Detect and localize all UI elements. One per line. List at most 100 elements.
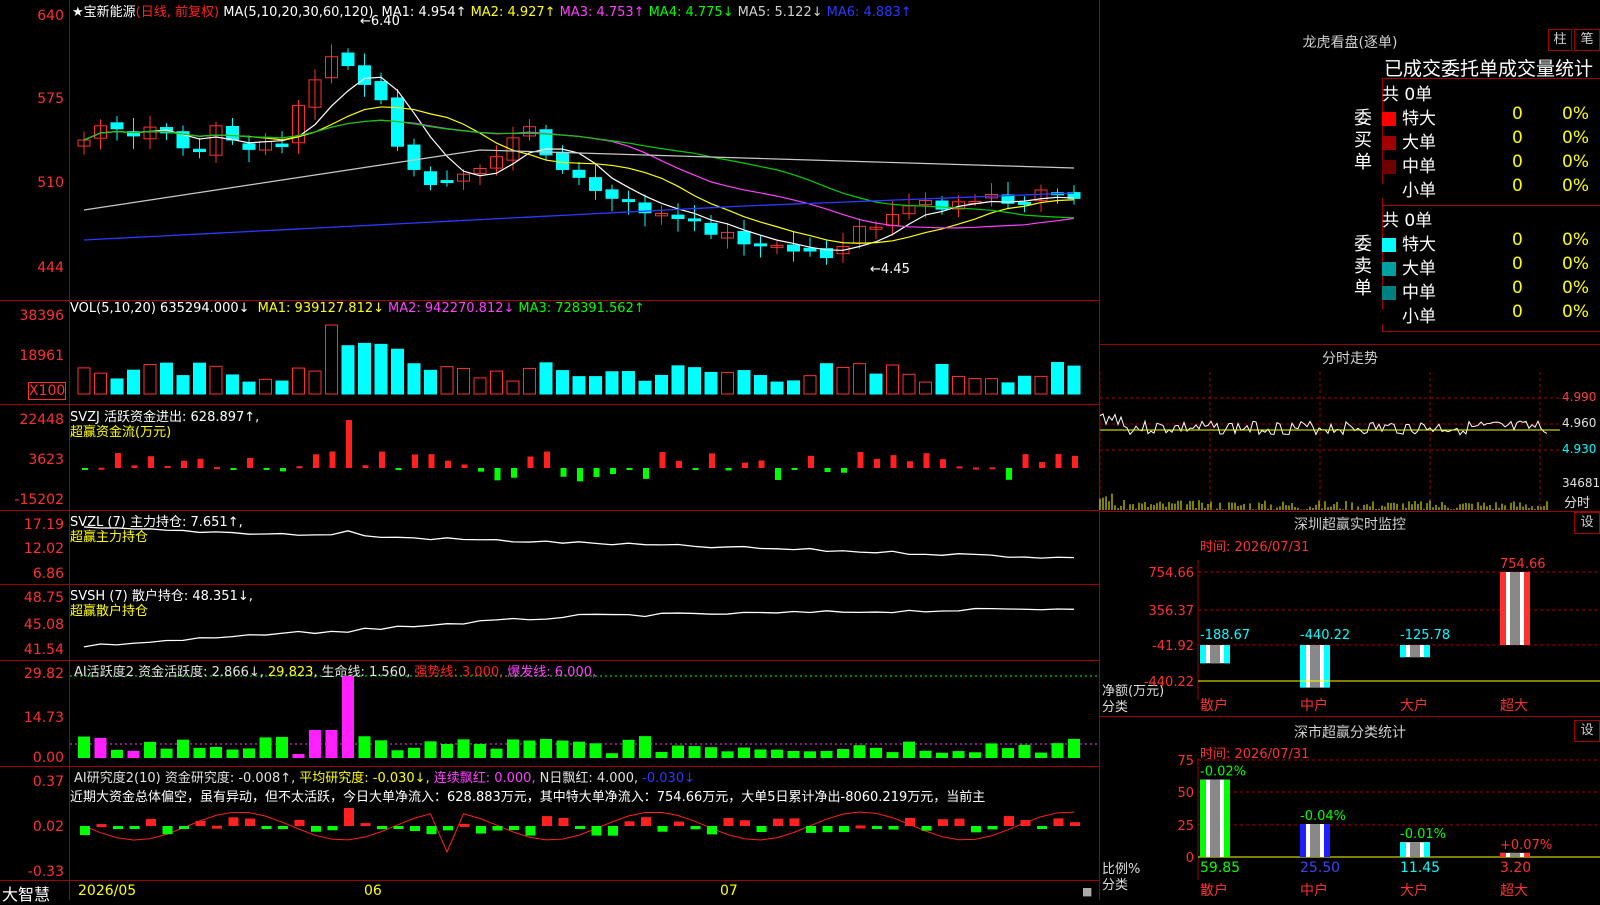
- volume-bar: [572, 376, 586, 395]
- volume-bar: [242, 381, 256, 395]
- research-bar: [278, 826, 288, 830]
- ai-res-header: AI研究度2(10) 资金研究度: -0.008↑, 平均研究度: -0.030↓…: [70, 767, 695, 786]
- research-bar: [872, 826, 882, 829]
- activity-bar: [952, 751, 965, 758]
- indicator-value: MA2: 4.927↑: [470, 5, 556, 20]
- color-swatch: [1382, 262, 1396, 276]
- research-bar: [987, 826, 998, 830]
- high-label: ←6.40: [360, 14, 400, 29]
- indicator-value: 强势线: 3.000,: [414, 665, 504, 680]
- volume-bar: [176, 375, 190, 395]
- monitor-bar: [1300, 645, 1330, 688]
- research-bar: [245, 818, 255, 826]
- candle-body: [407, 144, 421, 170]
- activity-bar: [672, 745, 684, 758]
- volume-bar: [820, 363, 833, 395]
- candle-body: [803, 247, 817, 252]
- order-row: 特大 0 0%: [1382, 104, 1600, 129]
- flow-bar: [577, 468, 583, 482]
- order-count: 0: [1512, 152, 1523, 172]
- ai-res-text: 近期大资金总体偏空，虽有异动，但不太活跃，今日大单净流入：628.883万元，其…: [70, 790, 986, 805]
- research-bar: [839, 826, 849, 833]
- activity-bar: [1068, 738, 1080, 758]
- order-row: 大单 0 0%: [1382, 254, 1600, 279]
- sz-monitor-settings-button[interactable]: 设: [1574, 512, 1600, 534]
- research-bar: [1020, 820, 1031, 826]
- research-bar: [294, 819, 305, 826]
- activity-bar: [639, 736, 651, 758]
- research-bar: [96, 824, 107, 828]
- volume-bar: [539, 362, 553, 395]
- flow-bar: [131, 465, 138, 468]
- volume-bar: [77, 367, 91, 395]
- flow-bar: [230, 468, 237, 470]
- volume-bar: [605, 371, 619, 395]
- flow-bar: [742, 462, 748, 468]
- research-bar: [707, 826, 717, 835]
- research-bar: [327, 826, 338, 831]
- class-value: 25.50: [1300, 860, 1340, 876]
- flow-bar: [676, 460, 682, 468]
- svsh-tick: 45.08: [23, 617, 64, 633]
- sz-class-settings-button[interactable]: 设: [1574, 720, 1600, 742]
- flow-bar: [82, 468, 88, 470]
- research-bar: [113, 826, 123, 829]
- research-bar: [806, 826, 816, 833]
- volume-bar: [737, 370, 751, 395]
- side-label: 委买单: [1354, 108, 1372, 173]
- activity-bar: [688, 746, 701, 758]
- research-bar: [624, 821, 635, 826]
- flow-bar: [1072, 455, 1078, 468]
- research-bar: [822, 826, 833, 833]
- activity-bar: [853, 745, 866, 758]
- research-bar: [1070, 822, 1080, 826]
- volume-bar: [94, 372, 107, 395]
- flow-bar: [758, 460, 765, 468]
- flow-bar: [428, 454, 435, 468]
- flow-bar: [313, 454, 319, 468]
- sz-monitor-time: 时间: 2026/07/31: [1200, 540, 1310, 555]
- lock-icon[interactable]: ■: [1082, 885, 1092, 898]
- order-count: 0: [1512, 176, 1523, 196]
- activity-bar: [1002, 748, 1014, 758]
- volume-bar: [935, 363, 949, 395]
- bar-mode-button[interactable]: 柱: [1548, 29, 1572, 51]
- intraday-vol: 34681: [1562, 476, 1600, 490]
- candle-body: [193, 148, 206, 153]
- sell-block: 委卖单共 0单 特大 0 0% 大单 0 0% 中单 0 0% 小单 0 0%: [1354, 204, 1600, 330]
- class-category: 散户: [1200, 882, 1228, 899]
- volume-bar: [556, 370, 569, 395]
- flow-bar: [148, 456, 154, 468]
- volume-bar: [853, 363, 866, 395]
- activity-bar: [919, 750, 932, 758]
- flow-bar: [544, 451, 550, 468]
- activity-bar: [78, 736, 90, 758]
- activity-bar: [738, 747, 750, 758]
- flow-bar: [1039, 462, 1045, 468]
- monitor-bar: [1400, 645, 1430, 658]
- date-label: 06: [364, 883, 382, 899]
- volume-bar: [160, 362, 173, 395]
- flow-bar: [346, 420, 352, 468]
- indicator-value: N日飘红: 4.000,: [539, 771, 639, 786]
- activity-bar: [754, 749, 767, 758]
- flow-bar: [445, 460, 451, 468]
- intraday-vol-label: 分时: [1564, 496, 1591, 511]
- color-swatch: [1382, 112, 1396, 126]
- vol-value: 635294.000↓: [160, 301, 250, 316]
- volume-bar: [902, 373, 916, 395]
- flow-bar: [164, 465, 171, 468]
- volume-bar: [374, 343, 388, 395]
- candle-body: [226, 125, 239, 141]
- intraday-price: 4.930: [1562, 442, 1597, 456]
- trade-mode-button[interactable]: 笔: [1574, 29, 1600, 51]
- class-bar: [1500, 852, 1530, 857]
- price-tick: 575: [37, 91, 64, 107]
- candle-body: [242, 143, 256, 150]
- monitor-value: -440.22: [1300, 628, 1350, 643]
- flow-bar: [494, 468, 501, 481]
- volume-bar: [490, 370, 503, 395]
- intraday-box: [1100, 344, 1600, 512]
- flow-bar: [973, 467, 979, 470]
- activity-bar: [787, 751, 800, 758]
